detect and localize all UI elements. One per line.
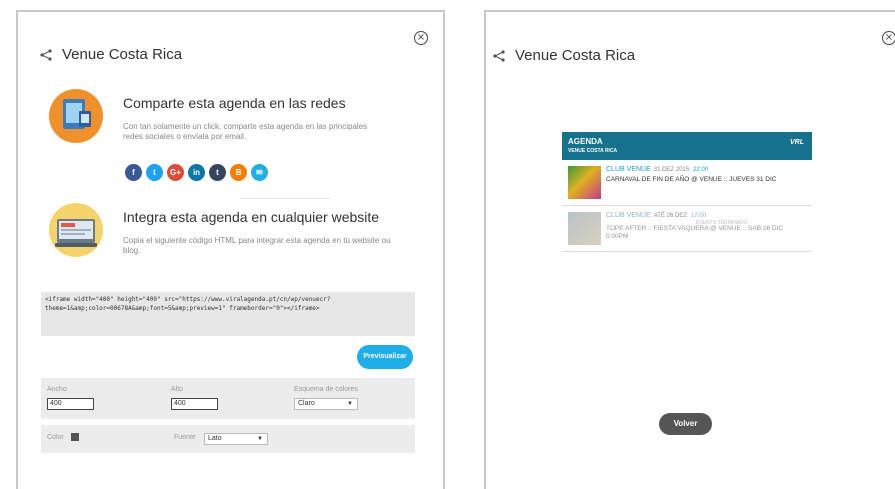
social-buttons: f t G+ in t B ✉ xyxy=(125,164,268,181)
event-date: 31 DEZ 2015 xyxy=(653,167,690,173)
settings-row-dimensions xyxy=(41,378,415,419)
color-scheme-label: Esquema de colores xyxy=(294,386,358,393)
modal-title: Venue Costa Rica xyxy=(62,46,183,63)
tumblr-icon[interactable]: t xyxy=(209,164,226,181)
widget-subtitle: VENUE COSTA RICA xyxy=(568,148,618,154)
website-illustration-icon xyxy=(49,203,103,257)
share-illustration-icon xyxy=(49,89,103,143)
width-label: Ancho xyxy=(47,386,67,393)
agenda-widget-preview: AGENDA VENUE COSTA RICA VRL CLUB VENUE 31… xyxy=(562,132,812,252)
embed-section-description: Copia el siguiente código HTML para inte… xyxy=(123,236,391,255)
facebook-icon[interactable]: f xyxy=(125,164,142,181)
embed-section-title: Integra esta agenda en cualquier website xyxy=(123,209,380,225)
share-icon xyxy=(493,49,505,62)
font-select[interactable]: Lato ▼ xyxy=(204,433,268,445)
event-time: 22:00 xyxy=(693,167,709,173)
embed-code-textarea[interactable]: <iframe width="400" height="400" src="ht… xyxy=(41,292,415,336)
preview-header: Venue Costa Rica xyxy=(493,47,635,64)
widget-logo: VRL xyxy=(790,139,804,146)
event-name: CARNAVAL DE FIN DE AÑO @ VENUE :: JUEVES… xyxy=(606,176,777,183)
widget-header: AGENDA VENUE COSTA RICA VRL xyxy=(562,132,812,160)
event-thumbnail xyxy=(568,212,601,245)
color-swatch[interactable] xyxy=(71,433,79,441)
email-icon[interactable]: ✉ xyxy=(251,164,268,181)
google-plus-icon[interactable]: G+ xyxy=(167,164,184,181)
twitter-icon[interactable]: t xyxy=(146,164,163,181)
share-icon xyxy=(40,48,52,61)
event-venue: CLUB VENUE ATÉ 26 DEZ 17:00 xyxy=(606,212,706,219)
share-section-title: Comparte esta agenda en las redes xyxy=(123,95,346,111)
preview-title: Venue Costa Rica xyxy=(515,47,636,64)
preview-button[interactable]: Previsualizar xyxy=(357,345,413,369)
color-scheme-value: Claro xyxy=(298,400,315,407)
event-thumbnail xyxy=(568,166,601,199)
close-icon[interactable]: × xyxy=(882,31,895,45)
section-divider xyxy=(240,198,330,199)
back-button[interactable]: Volver xyxy=(659,413,712,435)
chevron-down-icon: ▼ xyxy=(257,436,263,442)
color-scheme-select[interactable]: Claro ▼ xyxy=(294,398,358,410)
share-section-description: Con tan solamente un click, comparte est… xyxy=(123,122,368,141)
modal-header: Venue Costa Rica xyxy=(40,46,182,63)
close-icon[interactable]: × xyxy=(414,31,428,45)
event-name: TOPE AFTER :: FIESTA VAQUERA @ VENUE :: … xyxy=(606,225,784,240)
width-input[interactable]: 400 xyxy=(47,398,94,410)
event-time: 17:00 xyxy=(690,213,706,219)
font-value: Lato xyxy=(208,435,222,442)
widget-title: AGENDA xyxy=(568,137,603,146)
linkedin-icon[interactable]: in xyxy=(188,164,205,181)
event-venue: CLUB VENUE 31 DEZ 2015 22:00 xyxy=(606,166,709,173)
chevron-down-icon: ▼ xyxy=(347,401,353,407)
event-item[interactable]: CLUB VENUE 31 DEZ 2015 22:00 CARNAVAL DE F… xyxy=(562,160,812,206)
event-date: ATÉ 26 DEZ xyxy=(653,213,687,219)
height-input[interactable]: 400 xyxy=(171,398,218,410)
font-label: Fuente xyxy=(174,434,196,441)
blogger-icon[interactable]: B xyxy=(230,164,247,181)
color-label: Color xyxy=(47,434,64,441)
height-label: Alto xyxy=(171,386,184,393)
event-item[interactable]: CLUB VENUE ATÉ 26 DEZ 17:00 EVENTO TERMINA… xyxy=(562,206,812,252)
